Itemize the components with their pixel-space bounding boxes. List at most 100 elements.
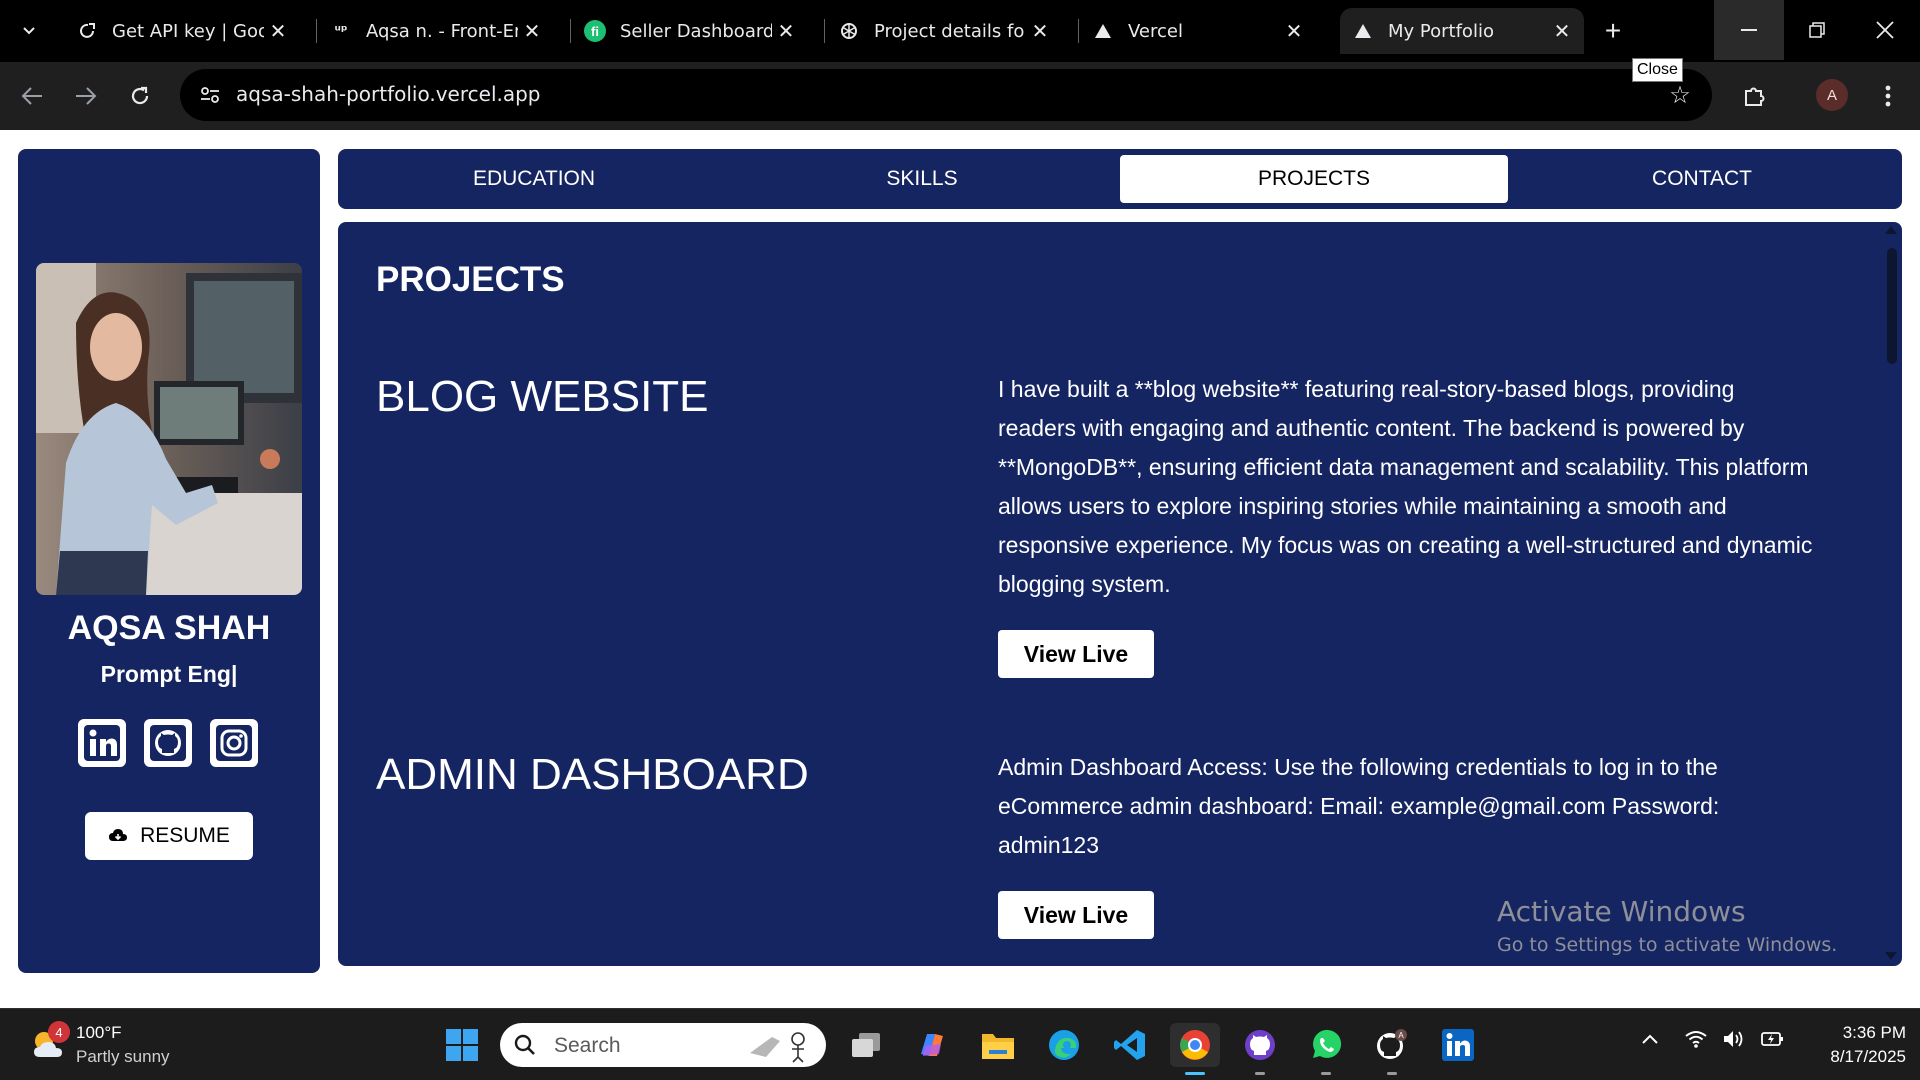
profile-avatar[interactable]: A <box>1816 79 1848 111</box>
bookmark-star-icon[interactable]: ☆ <box>1664 79 1696 111</box>
volume-icon[interactable] <box>1722 1029 1748 1055</box>
address-bar[interactable]: aqsa-shah-portfolio.vercel.app ☆ <box>180 69 1712 121</box>
chrome-icon[interactable] <box>1170 1023 1220 1075</box>
url-text[interactable]: aqsa-shah-portfolio.vercel.app <box>236 82 541 106</box>
cloud-download-icon <box>109 829 128 841</box>
project-name: ADMIN DASHBOARD <box>376 750 809 799</box>
svg-text:fi: fi <box>591 24 599 39</box>
profile-sidebar: AQSA SHAH Prompt Eng| RESUME <box>18 149 320 973</box>
restore-icon[interactable] <box>1782 0 1852 60</box>
reload-icon[interactable] <box>120 76 160 116</box>
tab-my-portfolio[interactable]: My Portfolio ✕ <box>1340 8 1584 54</box>
tab-projects[interactable]: PROJECTS <box>1120 155 1508 203</box>
task-view-icon[interactable] <box>844 1023 888 1067</box>
close-tooltip: Close <box>1632 58 1683 82</box>
scroll-up-arrow-icon[interactable] <box>1885 226 1897 234</box>
resume-button[interactable]: RESUME <box>85 812 253 860</box>
battery-charging-icon[interactable] <box>1760 1029 1786 1055</box>
instagram-icon[interactable] <box>210 719 258 767</box>
tab-project-details[interactable]: Project details form ✕ <box>826 8 1062 54</box>
project-name: BLOG WEBSITE <box>376 372 709 421</box>
scrollbar[interactable] <box>1882 222 1902 966</box>
watermark-subtitle: Go to Settings to activate Windows. <box>1497 934 1838 956</box>
tray-chevron-up-icon[interactable] <box>1640 1029 1660 1052</box>
portfolio-page: AQSA SHAH Prompt Eng| RESUME EDUCATION S… <box>0 130 1920 1006</box>
vscode-icon[interactable] <box>1108 1023 1152 1067</box>
extensions-puzzle-icon[interactable] <box>1734 76 1774 116</box>
activate-windows-watermark: Activate Windows Go to Settings to activ… <box>1497 895 1837 956</box>
tab-separator <box>570 19 571 43</box>
copilot-icon[interactable] <box>910 1023 954 1067</box>
tab-skills[interactable]: SKILLS <box>728 155 1116 203</box>
tab-close-icon[interactable]: ✕ <box>1280 17 1308 45</box>
profile-photo <box>36 263 302 595</box>
tab-get-api-key[interactable]: Get API key | Goog ✕ <box>64 8 300 54</box>
tab-contact[interactable]: CONTACT <box>1508 155 1896 203</box>
windows-taskbar: 4 100°F Partly sunny Search A 3:36 PM 8/… <box>0 1008 1920 1080</box>
back-arrow-icon[interactable] <box>12 76 52 116</box>
social-links <box>78 719 278 771</box>
site-settings-icon[interactable] <box>194 79 226 111</box>
minimize-icon[interactable] <box>1714 0 1784 60</box>
tab-close-icon[interactable]: ✕ <box>1026 17 1054 45</box>
browser-tab-bar: Get API key | Goog ✕ ᵘᵖ Aqsa n. - Front-… <box>0 0 1920 62</box>
profile-name: AQSA SHAH <box>67 609 271 647</box>
tab-separator <box>824 19 825 43</box>
svg-text:A: A <box>1398 1031 1404 1040</box>
file-explorer-icon[interactable] <box>976 1023 1020 1067</box>
kebab-menu-icon[interactable] <box>1868 76 1908 116</box>
view-live-button[interactable]: View Live <box>998 630 1154 678</box>
search-highlight-doodle-icon <box>750 1032 805 1063</box>
notification-badge: 4 <box>48 1021 70 1043</box>
tab-close-icon[interactable]: ✕ <box>772 17 800 45</box>
openai-icon <box>838 20 860 42</box>
github-app-icon[interactable]: A <box>1370 1023 1414 1075</box>
search-placeholder: Search <box>554 1034 621 1057</box>
profile-role-typewriter: Prompt Eng| <box>100 661 238 687</box>
windows-start-icon[interactable] <box>440 1023 484 1067</box>
resume-label: RESUME <box>140 824 230 847</box>
tab-title: Seller Dashboard <box>620 20 772 42</box>
tab-separator <box>316 19 317 43</box>
tab-separator <box>1078 19 1079 43</box>
tab-close-icon[interactable]: ✕ <box>264 17 292 45</box>
linkedin-app-icon[interactable] <box>1436 1023 1480 1067</box>
close-window-icon[interactable] <box>1850 0 1920 60</box>
whatsapp-icon[interactable] <box>1304 1023 1348 1075</box>
system-clock[interactable]: 3:36 PM 8/17/2025 <box>1800 1021 1906 1069</box>
projects-panel: PROJECTS BLOG WEBSITE I have built a **b… <box>338 222 1902 966</box>
project-description: Admin Dashboard Access: Use the followin… <box>998 754 1720 858</box>
running-indicator <box>1255 1072 1265 1075</box>
tab-title: Vercel <box>1128 20 1183 42</box>
weather-temp: 100°F <box>76 1023 122 1042</box>
edge-icon[interactable] <box>1042 1023 1086 1067</box>
view-live-button[interactable]: View Live <box>998 891 1154 939</box>
tab-education[interactable]: EDUCATION <box>340 155 728 203</box>
linkedin-icon[interactable] <box>78 719 126 767</box>
new-tab-plus-icon[interactable]: + <box>1596 14 1630 48</box>
weather-condition: Partly sunny <box>76 1047 170 1066</box>
scroll-down-arrow-icon[interactable] <box>1885 952 1897 960</box>
taskbar-search-box[interactable]: Search <box>500 1023 826 1067</box>
tab-vercel[interactable]: Vercel ✕ <box>1080 8 1316 54</box>
github-icon[interactable] <box>144 719 192 767</box>
tab-title: My Portfolio <box>1388 20 1494 42</box>
running-indicator <box>1387 1072 1397 1075</box>
github-desktop-icon[interactable] <box>1238 1023 1282 1075</box>
project-description: I have built a **blog website** featurin… <box>998 376 1813 597</box>
scrollbar-thumb[interactable] <box>1887 248 1897 364</box>
tab-search-chevron-icon[interactable] <box>12 12 46 48</box>
tab-close-icon[interactable]: ✕ <box>1548 17 1576 45</box>
tab-upwork[interactable]: ᵘᵖ Aqsa n. - Front-Enc ✕ <box>318 8 554 54</box>
forward-arrow-icon[interactable] <box>66 76 106 116</box>
tab-title: Get API key | Goog <box>112 20 264 42</box>
clock-time: 3:36 PM <box>1842 1023 1906 1042</box>
tab-seller-dashboard[interactable]: fi Seller Dashboard ✕ <box>572 8 808 54</box>
weather-widget[interactable]: 4 100°F Partly sunny <box>26 1021 186 1069</box>
section-nav: EDUCATION SKILLS PROJECTS CONTACT <box>338 149 1902 209</box>
wifi-icon[interactable] <box>1684 1029 1708 1055</box>
key-link-icon <box>76 20 98 42</box>
running-indicator <box>1321 1072 1331 1075</box>
fiverr-icon: fi <box>584 20 606 42</box>
tab-close-icon[interactable]: ✕ <box>518 17 546 45</box>
